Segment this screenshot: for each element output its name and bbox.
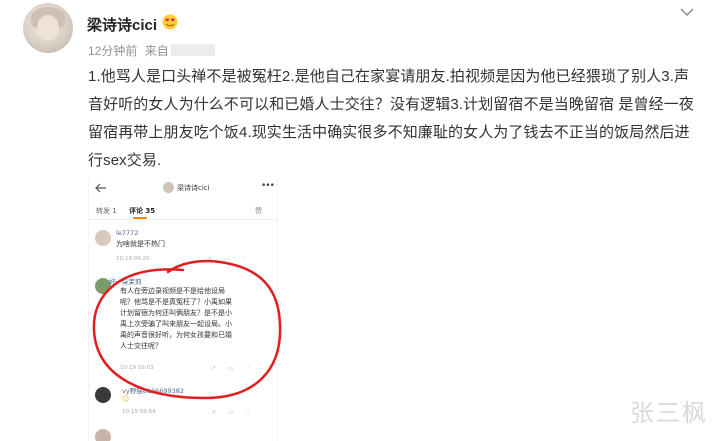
red-annotation-circle bbox=[92, 259, 282, 400]
watermark-text: 张三枫 bbox=[630, 399, 708, 427]
